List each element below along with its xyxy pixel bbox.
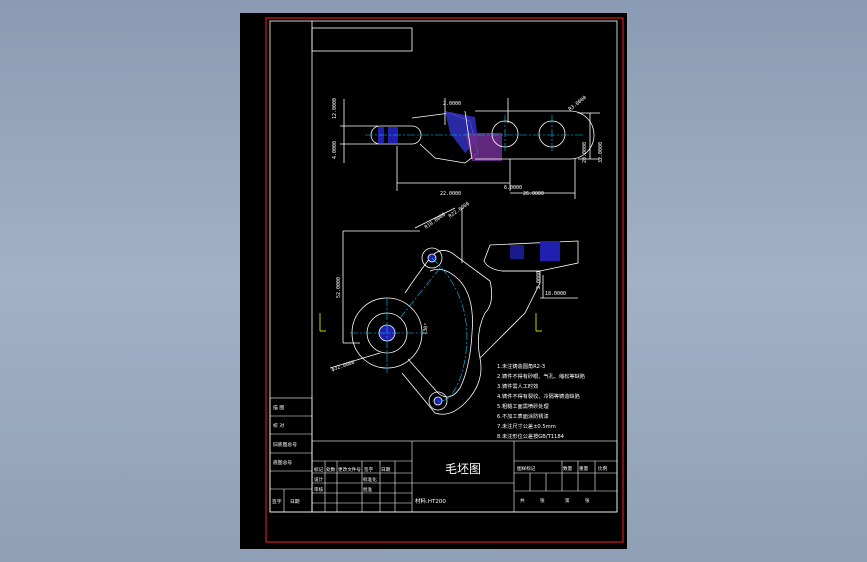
note-3: 3.铸件需人工时效 xyxy=(497,382,539,390)
hdr-scale: 比例 xyxy=(598,465,608,472)
dim-r1: R10.0000 xyxy=(424,212,447,231)
note-1: 1.未注铸造圆角R2-3 xyxy=(497,362,545,370)
dim-phi1: φ32.0000 xyxy=(331,360,356,373)
strip-label-2: 校 对 xyxy=(273,422,284,429)
note-6: 6.不加工表面涂防锈漆 xyxy=(497,412,549,420)
sign-approve: 批准 xyxy=(363,486,373,493)
drawing-sheet: 12.0000 4.0000 22.0000 26.0000 2.0000 20… xyxy=(265,17,624,543)
dim-d8: R3.0000 xyxy=(568,95,588,113)
dim-d7: 32.0000 xyxy=(598,142,604,163)
sheet-no: 第 xyxy=(565,497,570,504)
dim-d1: 12.0000 xyxy=(332,98,338,119)
dim-d9: 6.0000 xyxy=(504,185,522,191)
front-view xyxy=(329,207,579,415)
drawing-border xyxy=(269,20,618,513)
front-view-dim-texts: R10.0000 R22.0000 52.0000 2.0000 18.0000… xyxy=(331,201,566,373)
dim-d2: 4.0000 xyxy=(332,141,338,159)
sign-design: 设计 xyxy=(314,476,324,483)
left-strip-labels: 描 图 校 对 旧底图总号 底图总号 签字 日期 xyxy=(272,404,300,505)
strip-label-6: 日期 xyxy=(290,499,300,505)
technical-notes: 1.未注铸造圆角R2-3 2.铸件不得有砂眼、气孔、缩松等缺陷 3.铸件需人工时… xyxy=(497,362,585,440)
hdr-sign: 签字 xyxy=(364,466,374,473)
sign-review: 审核 xyxy=(314,486,324,493)
note-2: 2.铸件不得有砂眼、气孔、缩松等缺陷 xyxy=(497,372,585,380)
dim-a1: 130° xyxy=(422,322,430,335)
note-4: 4.铸件不得有裂纹、冷隔等铸造缺陷 xyxy=(497,392,580,400)
note-7: 7.未注尺寸公差±0.5mm xyxy=(497,422,556,430)
hdr-weight: 重量 xyxy=(579,465,589,472)
dim-h1: 52.0000 xyxy=(336,277,342,298)
code-box xyxy=(311,27,413,52)
strip-label-5: 签字 xyxy=(272,498,282,505)
dim-h3: 18.0000 xyxy=(545,291,566,297)
dim-d6: 20.0000 xyxy=(582,142,588,163)
strip-label-4: 底图总号 xyxy=(273,459,292,466)
hdr-change: 更改文件号 xyxy=(338,466,361,473)
strip-label-3: 旧底图总号 xyxy=(273,441,297,448)
dim-d4: 26.0000 xyxy=(523,191,544,197)
dim-d5: 2.0000 xyxy=(443,101,461,107)
material-field: 材料:HT200 xyxy=(415,497,446,505)
note-5: 5.粗糙工面需喷砂处理 xyxy=(497,402,549,410)
drawing-title: 毛坯图 xyxy=(445,462,481,476)
title-block xyxy=(311,440,618,513)
hdr-date: 日期 xyxy=(381,467,391,473)
left-strip-table xyxy=(269,397,313,513)
note-8: 8.未注形位公差按GB/T1184 xyxy=(497,432,565,440)
top-view xyxy=(340,98,600,199)
sheet-total: 共 xyxy=(520,497,525,504)
view-markers xyxy=(319,313,542,332)
hdr-pattern: 图样标记 xyxy=(517,465,536,472)
hdr-mark: 标记 xyxy=(314,466,324,473)
cad-viewport[interactable]: 12.0000 4.0000 22.0000 26.0000 2.0000 20… xyxy=(240,13,627,549)
sheet-total-unit: 张 xyxy=(540,497,545,504)
hdr-qty: 数量 xyxy=(563,465,573,472)
sheet-no-unit: 张 xyxy=(585,497,590,504)
dim-h2: 2.0000 xyxy=(536,271,542,289)
strip-label-1: 描 图 xyxy=(273,404,284,411)
dim-d3: 22.0000 xyxy=(440,191,461,197)
sign-standard: 标准化 xyxy=(363,476,377,483)
hdr-count: 处数 xyxy=(326,466,336,473)
